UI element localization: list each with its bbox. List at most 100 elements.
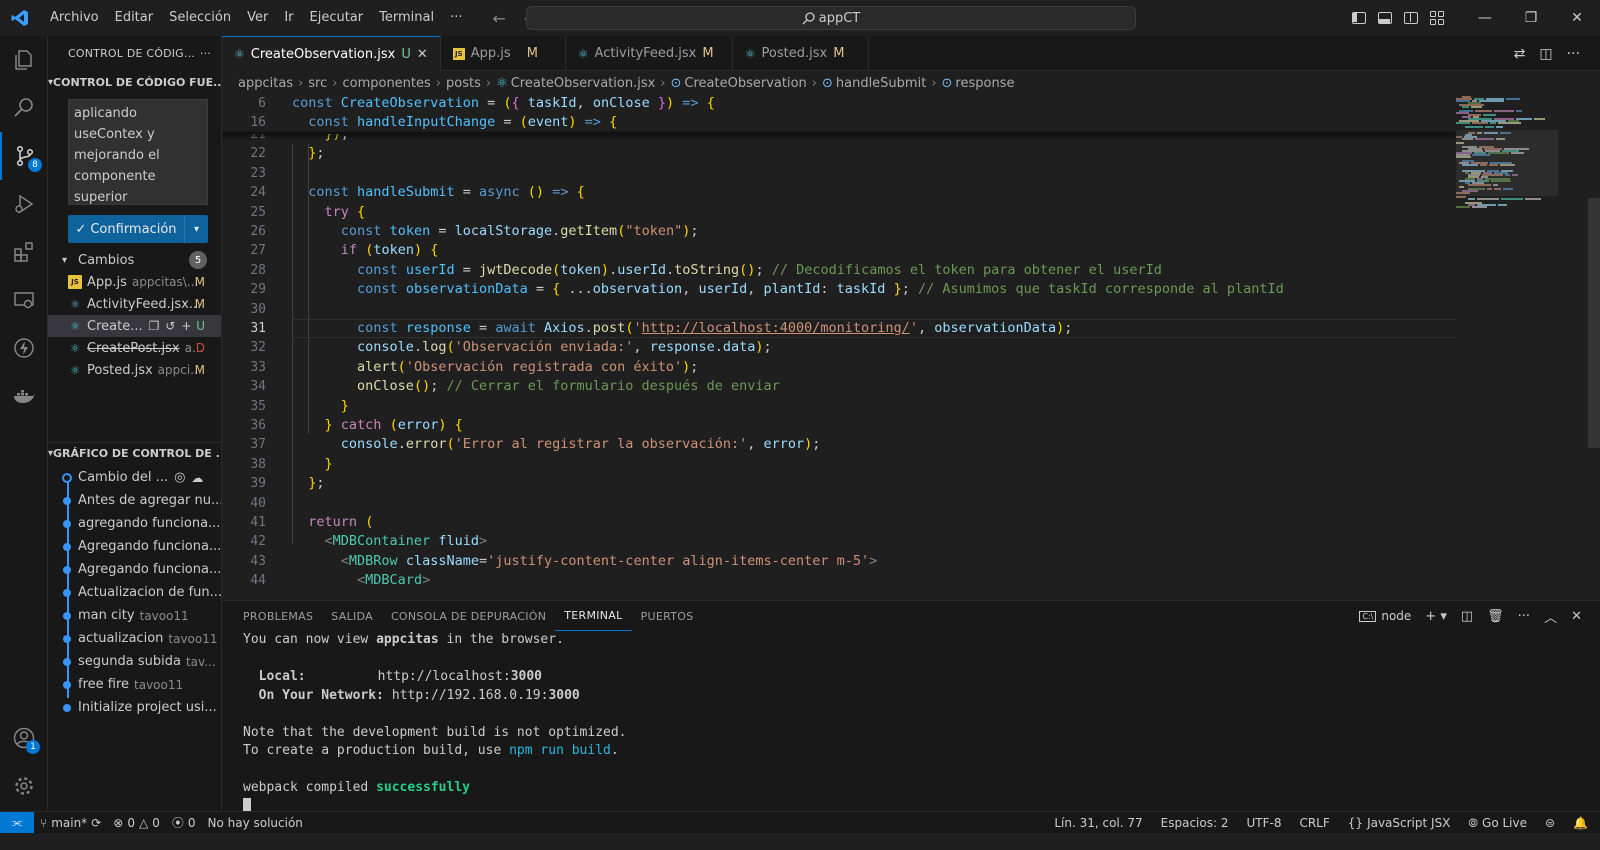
customize-layout-icon[interactable] [1430, 11, 1444, 25]
sticky-scroll-line[interactable]: 6 const CreateObservation = ({ taskId, on… [222, 94, 1452, 113]
scm-section-header[interactable]: ▾ CONTROL DE CÓDIGO FUE... [48, 71, 221, 93]
tab-posted[interactable]: ⚛ Posted.jsx M [733, 36, 869, 71]
code-line[interactable]: 41 return ( [222, 513, 1452, 532]
go-live-button[interactable]: ⦾ Go Live [1459, 816, 1536, 831]
code-line[interactable]: 28 const userId = jwtDecode(token).userI… [222, 261, 1452, 280]
scrollbar-thumb[interactable] [1588, 198, 1600, 448]
minimap-viewport[interactable] [1456, 130, 1558, 196]
maximize-panel-icon[interactable]: ︿ [1544, 607, 1557, 626]
code-line[interactable]: 42 <MDBContainer fluid> [222, 532, 1452, 551]
commit-dropdown-icon[interactable]: ▾ [184, 215, 208, 243]
menu-seleccion[interactable]: Selección [161, 0, 239, 36]
editor-scrollbar[interactable] [1588, 94, 1600, 600]
more-panel-actions-icon[interactable]: ··· [1518, 609, 1530, 624]
code-line[interactable]: 30 [222, 300, 1452, 319]
breadcrumb-item[interactable]: handleSubmit [836, 76, 926, 91]
source-control-icon[interactable]: 8 [0, 132, 48, 180]
graph-item[interactable]: man city tavoo11 [48, 604, 221, 627]
code-line[interactable]: 24 const handleSubmit = async () => { [222, 183, 1452, 202]
back-arrow-icon[interactable]: ← [492, 9, 505, 28]
breadcrumb-item[interactable]: src [308, 76, 327, 91]
breadcrumb-item[interactable]: posts [446, 76, 481, 91]
graph-item[interactable]: Antes de agregar nu... [48, 489, 221, 512]
search-view-icon[interactable] [0, 84, 48, 132]
minimize-icon[interactable]: — [1462, 0, 1508, 36]
menu-ver[interactable]: Ver [239, 0, 276, 36]
graph-item[interactable]: Agregando funciona... [48, 535, 221, 558]
tab-createobservation[interactable]: ⚛ CreateObservation.jsx U ✕ [222, 36, 441, 71]
code-line[interactable]: 43 <MDBRow className='justify-content-ce… [222, 552, 1452, 571]
code-line[interactable]: 26 const token = localStorage.getItem("t… [222, 222, 1452, 241]
indentation[interactable]: Espacios: 2 [1152, 816, 1238, 830]
graph-item[interactable]: agregando funciona... [48, 512, 221, 535]
code-line[interactable]: 22 }; [222, 144, 1452, 163]
graph-item[interactable]: actualizacion tavoo11 [48, 627, 221, 650]
code-line[interactable]: 32 console.log('Observación enviada:', r… [222, 338, 1452, 357]
change-item-createpost[interactable]: ⚛ CreatePost.jsx a... D [48, 337, 221, 359]
more-editor-actions-icon[interactable]: ··· [1567, 46, 1580, 62]
ports-indicator[interactable]: ⦿ 0 [166, 814, 202, 831]
code-line[interactable]: 29 const observationData = { ...observat… [222, 280, 1452, 299]
stage-changes-icon[interactable]: + [181, 319, 191, 333]
explorer-icon[interactable] [0, 36, 48, 84]
command-center-search[interactable]: appCT [526, 6, 1136, 30]
terminal-output[interactable]: You can now view appcitas in the browser… [243, 631, 627, 816]
tab-puertos[interactable]: PUERTOS [632, 601, 703, 631]
graph-item[interactable]: Agregando funciona... [48, 558, 221, 581]
code-line[interactable]: 37 console.error('Error al registrar la … [222, 435, 1452, 454]
discard-changes-icon[interactable]: ↺ [165, 319, 175, 333]
toggle-panel-icon[interactable] [1378, 12, 1392, 24]
menu-editar[interactable]: Editar [107, 0, 162, 36]
language-mode[interactable]: {} JavaScript JSX [1339, 816, 1460, 830]
breadcrumb-item[interactable]: appcitas [238, 76, 293, 91]
more-actions-icon[interactable]: ··· [200, 47, 211, 60]
breadcrumb-item[interactable]: componentes [342, 76, 430, 91]
graph-item[interactable]: Initialize project usi... [48, 696, 221, 719]
lightning-icon[interactable] [0, 324, 48, 372]
code-line[interactable]: 27 if (token) { [222, 241, 1452, 260]
change-item-createobservation[interactable]: ⚛ Create... ❐ ↺ + U [48, 315, 221, 337]
tab-problemas[interactable]: PROBLEMAS [234, 601, 322, 631]
change-item-posted[interactable]: ⚛ Posted.jsx appci... M [48, 359, 221, 381]
breadcrumb-item[interactable]: response [955, 76, 1014, 91]
code-line[interactable]: 23 [222, 164, 1452, 183]
menu-terminal[interactable]: Terminal [371, 0, 442, 36]
terminal-selector[interactable]: C:\ node [1359, 609, 1411, 623]
code-line[interactable]: 34 onClose(); // Cerrar el formulario de… [222, 377, 1452, 396]
tab-consola-depuracion[interactable]: CONSOLA DE DEPURACIÓN [382, 601, 555, 631]
code-line[interactable]: 44 <MDBCard> [222, 571, 1452, 590]
terminal-link[interactable]: http://localhost: [378, 669, 511, 684]
split-terminal-icon[interactable]: ◫ [1461, 609, 1473, 624]
problems-indicator[interactable]: ⊗ 0 △ 0 [107, 816, 166, 830]
open-file-icon[interactable]: ❐ [149, 319, 160, 333]
graph-item[interactable]: Actualizacion de fun... [48, 581, 221, 604]
close-tab-icon[interactable]: ✕ [417, 47, 428, 62]
toggle-sidebar-icon[interactable] [1352, 12, 1366, 24]
graph-item[interactable]: free fire tavoo11 [48, 673, 221, 696]
changes-header[interactable]: ▾ Cambios 5 [48, 249, 221, 271]
code-line[interactable]: 36 } catch (error) { [222, 416, 1452, 435]
code-line[interactable]: 40 [222, 494, 1452, 513]
restore-icon[interactable]: ❐ [1508, 0, 1554, 36]
change-item-app-js[interactable]: JS App.js appcitas\... M [48, 271, 221, 293]
close-window-icon[interactable]: ✕ [1554, 0, 1600, 36]
extensions-icon[interactable] [0, 228, 48, 276]
kill-terminal-icon[interactable]: 🗑 [1487, 609, 1504, 624]
new-terminal-icon[interactable]: + ▾ [1425, 609, 1447, 624]
menu-archivo[interactable]: Archivo [42, 0, 107, 36]
commit-button-main[interactable]: ✓ Confirmación [68, 222, 184, 237]
terminal-link[interactable]: http://192.168.0.19: [392, 688, 549, 703]
toggle-secondary-sidebar-icon[interactable] [1404, 12, 1418, 24]
tab-terminal[interactable]: TERMINAL [555, 601, 632, 631]
graph-section-header[interactable]: ▾ GRÁFICO DE CONTROL DE ... [48, 442, 221, 464]
open-changes-icon[interactable]: ⇄ [1514, 46, 1526, 62]
commit-message-input[interactable]: aplicando useContex y mejorando el compo… [68, 99, 208, 205]
docker-icon[interactable] [0, 372, 48, 420]
graph-item[interactable]: Cambio del ... ◎ ☁ [48, 466, 221, 489]
menu-ir[interactable]: Ir [276, 0, 301, 36]
code-line[interactable]: 35 } [222, 397, 1452, 416]
breadcrumb-item[interactable]: CreateObservation [684, 76, 806, 91]
code-line[interactable]: 38 } [222, 455, 1452, 474]
breadcrumb-item[interactable]: CreateObservation.jsx [511, 76, 656, 91]
tab-activityfeed[interactable]: ⚛ ActivityFeed.jsx M [566, 36, 733, 71]
